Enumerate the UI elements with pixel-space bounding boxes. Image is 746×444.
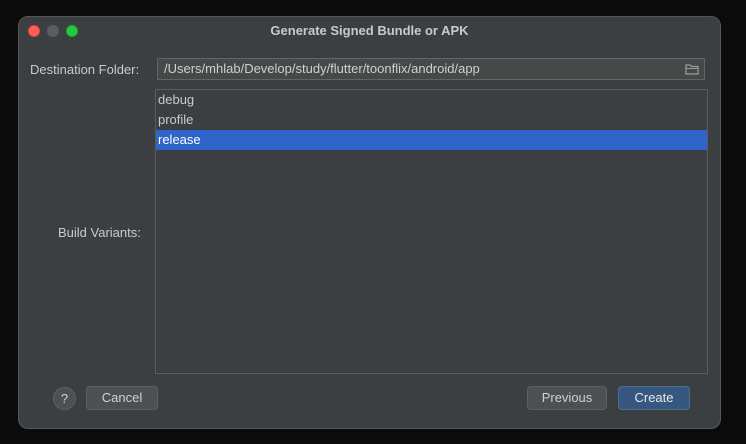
destination-folder-field[interactable]: /Users/mhlab/Develop/study/flutter/toonf… — [157, 58, 705, 80]
title-bar: Generate Signed Bundle or APK — [19, 17, 720, 45]
variant-profile[interactable]: profile — [156, 110, 707, 130]
help-button[interactable]: ? — [53, 387, 76, 410]
build-variants-label: Build Variants: — [58, 225, 141, 240]
folder-icon[interactable] — [685, 63, 699, 75]
cancel-button[interactable]: Cancel — [86, 386, 158, 410]
destination-folder-label: Destination Folder: — [30, 62, 140, 77]
previous-button[interactable]: Previous — [527, 386, 607, 410]
window-title: Generate Signed Bundle or APK — [270, 23, 469, 38]
variant-release[interactable]: release — [156, 130, 707, 150]
destination-folder-value: /Users/mhlab/Develop/study/flutter/toonf… — [164, 61, 480, 76]
variant-debug[interactable]: debug — [156, 90, 707, 110]
create-button[interactable]: Create — [618, 386, 690, 410]
build-variants-list[interactable]: debug profile release — [155, 89, 708, 374]
signed-bundle-dialog: Generate Signed Bundle or APK Destinatio… — [18, 16, 721, 429]
